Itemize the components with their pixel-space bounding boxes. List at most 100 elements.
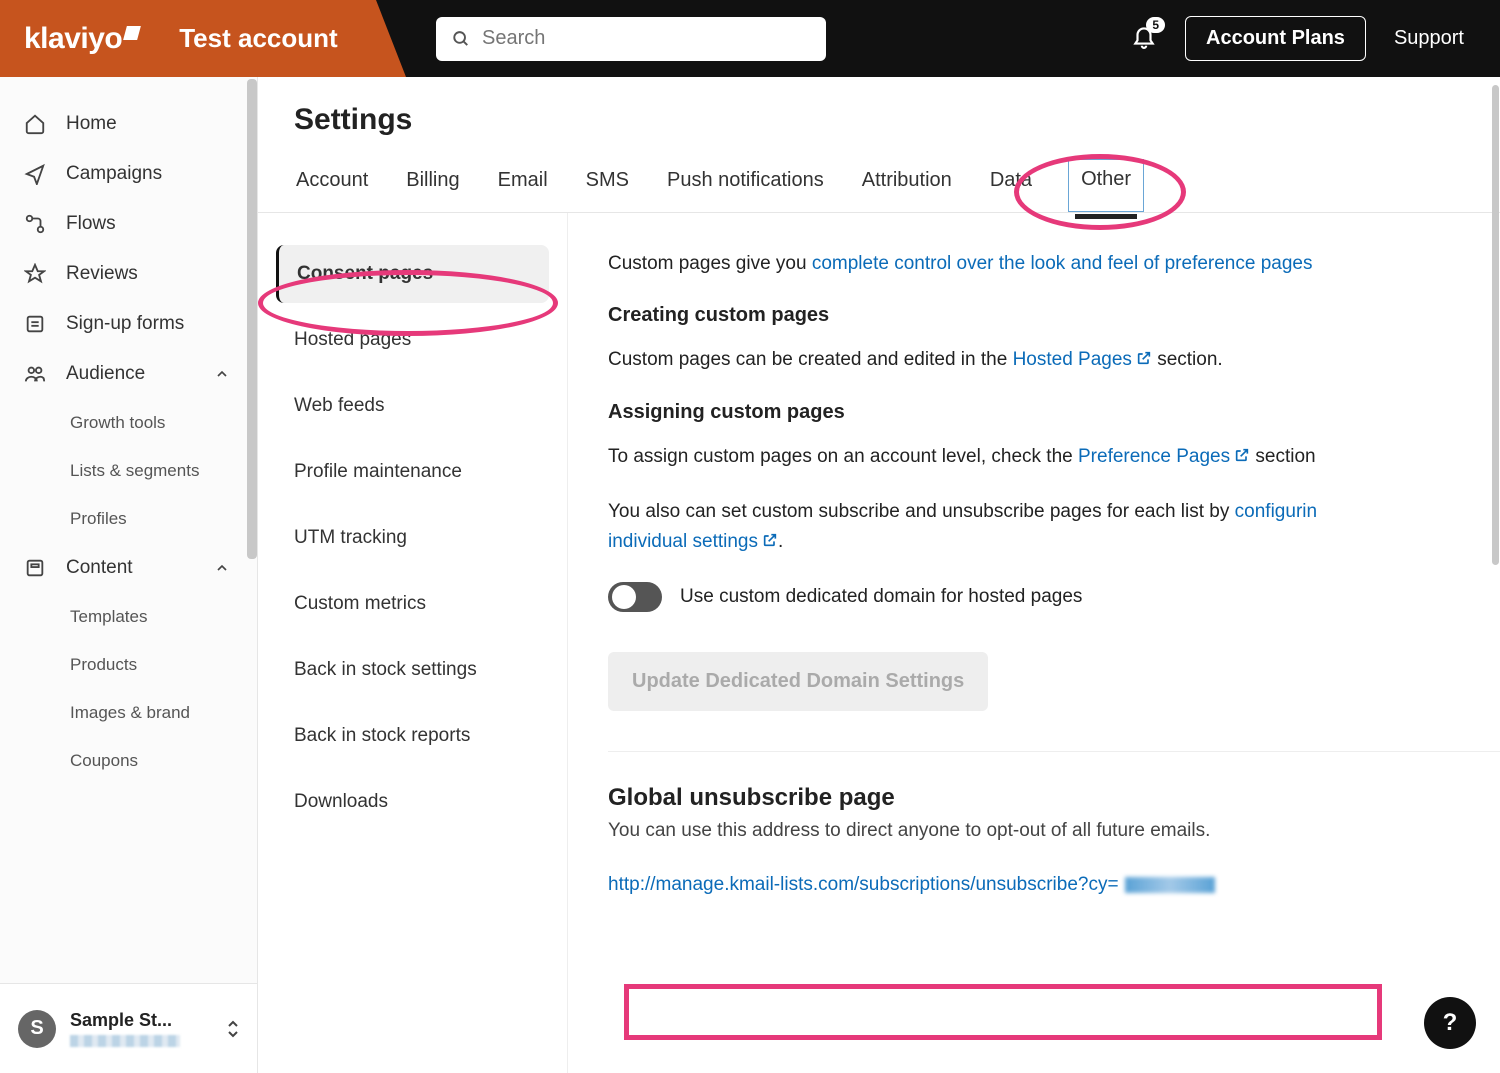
sidebar-sub-lists-segments[interactable]: Lists & segments — [0, 447, 257, 495]
sidebar-item-label: Content — [66, 557, 133, 579]
sidebar-item-flows[interactable]: Flows — [0, 199, 257, 249]
audience-icon — [24, 363, 46, 385]
tab-attribution[interactable]: Attribution — [860, 159, 954, 212]
sidebar-item-label: Flows — [66, 213, 116, 235]
settings-subnav: Consent pages Hosted pages Web feeds Pro… — [258, 213, 568, 1073]
url-text: http://manage.kmail-lists.com/subscripti… — [608, 874, 1119, 896]
sidebar-sub-growth-tools[interactable]: Growth tools — [0, 399, 257, 447]
sidebar-item-label: Home — [66, 113, 117, 135]
brand-block: klaviyo Test account — [0, 0, 376, 77]
sidebar-sub-coupons[interactable]: Coupons — [0, 737, 257, 785]
sidebar-sub-images-brand[interactable]: Images & brand — [0, 689, 257, 737]
configuring-link-part1[interactable]: configurin — [1235, 501, 1317, 522]
notification-badge: 5 — [1146, 17, 1165, 33]
account-label: Test account — [179, 23, 337, 54]
content-icon — [24, 557, 46, 579]
unsubscribe-desc: You can use this address to direct anyon… — [608, 820, 1500, 842]
sidebar-item-content[interactable]: Content — [0, 543, 257, 593]
subnav-consent-pages[interactable]: Consent pages — [276, 245, 549, 303]
support-link[interactable]: Support — [1394, 27, 1464, 50]
sidebar-item-campaigns[interactable]: Campaigns — [0, 149, 257, 199]
tab-sms[interactable]: SMS — [584, 159, 631, 212]
sidebar-sub-label: Products — [70, 655, 137, 675]
p2-a: To assign custom pages on an account lev… — [608, 446, 1078, 467]
dedicated-domain-toggle[interactable] — [608, 582, 662, 612]
subnav-hosted-pages[interactable]: Hosted pages — [276, 311, 549, 369]
sidebar-item-label: Campaigns — [66, 163, 162, 185]
logo[interactable]: klaviyo — [24, 22, 139, 56]
panel-scrollbar[interactable] — [1490, 79, 1500, 1071]
search-icon — [452, 29, 470, 49]
top-right: 5 Account Plans Support — [1131, 16, 1500, 61]
home-icon — [24, 113, 46, 135]
heading-assigning: Assigning custom pages — [608, 401, 1500, 424]
notifications-button[interactable]: 5 — [1131, 23, 1157, 54]
sidebar-item-audience[interactable]: Audience — [0, 349, 257, 399]
sidebar-item-home[interactable]: Home — [0, 99, 257, 149]
sidebar-sub-products[interactable]: Products — [0, 641, 257, 689]
unsubscribe-heading: Global unsubscribe page — [608, 784, 1500, 812]
sidebar-item-label: Audience — [66, 363, 145, 385]
sidebar-sub-label: Profiles — [70, 509, 127, 529]
account-switcher[interactable]: S Sample St... — [0, 983, 257, 1073]
configuring-link-part2[interactable]: individual settings — [608, 531, 778, 552]
help-fab[interactable]: ? — [1424, 997, 1476, 1049]
update-domain-button[interactable]: Update Dedicated Domain Settings — [608, 652, 988, 711]
account-plans-button[interactable]: Account Plans — [1185, 16, 1366, 61]
p2-b: section — [1250, 446, 1315, 467]
logo-mark — [123, 26, 141, 40]
subnav-profile-maintenance[interactable]: Profile maintenance — [276, 443, 549, 501]
sidebar-sub-label: Growth tools — [70, 413, 165, 433]
subnav-custom-metrics[interactable]: Custom metrics — [276, 575, 549, 633]
link-text: individual settings — [608, 531, 758, 552]
tab-email[interactable]: Email — [496, 159, 550, 212]
send-icon — [24, 163, 46, 185]
search-input[interactable] — [482, 27, 810, 50]
tab-data[interactable]: Data — [988, 159, 1034, 212]
link-text: Preference Pages — [1078, 446, 1230, 467]
sidebar-sub-templates[interactable]: Templates — [0, 593, 257, 641]
p1-a: Custom pages can be created and edited i… — [608, 349, 1013, 370]
tab-other[interactable]: Other — [1068, 159, 1144, 212]
subnav-downloads[interactable]: Downloads — [276, 773, 549, 831]
external-link-icon — [1136, 350, 1152, 366]
subnav-back-in-stock-reports[interactable]: Back in stock reports — [276, 707, 549, 765]
sidebar-scrollbar[interactable] — [247, 79, 257, 559]
form-icon — [24, 313, 46, 335]
sidebar-sub-label: Images & brand — [70, 703, 190, 723]
sidebar-item-signup-forms[interactable]: Sign-up forms — [0, 299, 257, 349]
p3-a: You also can set custom subscribe and un… — [608, 501, 1235, 522]
sidebar: Home Campaigns Flows Reviews Sign-up for… — [0, 77, 258, 1073]
logo-text: klaviyo — [24, 22, 122, 56]
search-box[interactable] — [436, 17, 826, 61]
search-wrap — [436, 17, 826, 61]
link-text: Hosted Pages — [1013, 349, 1132, 370]
intro-link[interactable]: complete control over the look and feel … — [812, 253, 1313, 274]
external-link-icon — [762, 532, 778, 548]
unsubscribe-url[interactable]: http://manage.kmail-lists.com/subscripti… — [608, 864, 1500, 906]
top-bar: klaviyo Test account 5 Account Plans Sup… — [0, 0, 1500, 77]
main-content: Settings Account Billing Email SMS Push … — [258, 77, 1500, 1073]
settings-panel: Custom pages give you complete control o… — [568, 213, 1500, 1073]
tab-account[interactable]: Account — [294, 159, 370, 212]
preference-pages-link[interactable]: Preference Pages — [1078, 446, 1250, 467]
subnav-web-feeds[interactable]: Web feeds — [276, 377, 549, 435]
sidebar-sub-label: Lists & segments — [70, 461, 199, 481]
sidebar-item-label: Sign-up forms — [66, 313, 184, 335]
account-sub-redacted — [70, 1035, 180, 1047]
sidebar-item-reviews[interactable]: Reviews — [0, 249, 257, 299]
account-name: Sample St... — [70, 1010, 180, 1031]
subnav-utm-tracking[interactable]: UTM tracking — [276, 509, 549, 567]
hosted-pages-link[interactable]: Hosted Pages — [1013, 349, 1152, 370]
tab-billing[interactable]: Billing — [404, 159, 461, 212]
intro-text: Custom pages give you — [608, 253, 812, 274]
tab-push[interactable]: Push notifications — [665, 159, 826, 212]
heading-creating: Creating custom pages — [608, 304, 1500, 327]
flow-icon — [24, 213, 46, 235]
sidebar-item-label: Reviews — [66, 263, 138, 285]
p1-b: section. — [1152, 349, 1223, 370]
updown-icon — [227, 1020, 239, 1038]
subnav-back-in-stock-settings[interactable]: Back in stock settings — [276, 641, 549, 699]
star-icon — [24, 263, 46, 285]
sidebar-sub-profiles[interactable]: Profiles — [0, 495, 257, 543]
